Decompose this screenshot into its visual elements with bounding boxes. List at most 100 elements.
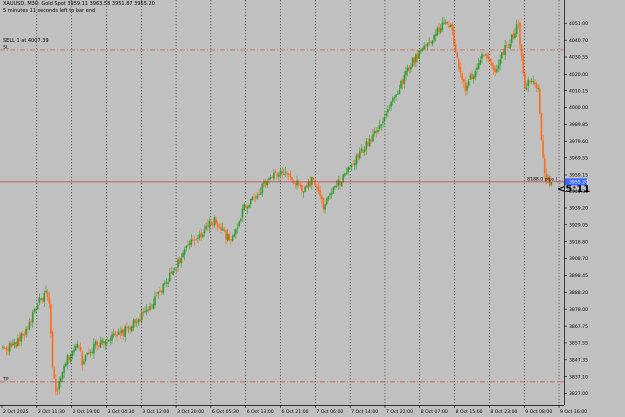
candle-body (26, 328, 29, 330)
bar-timer: 5 minutes 11 seconds left to bar end (3, 8, 96, 14)
candle-body (500, 52, 503, 59)
candle-body (124, 326, 127, 338)
candle-body (332, 187, 335, 194)
candle-body (192, 239, 194, 241)
candle-body (244, 204, 247, 208)
candle-body (289, 173, 292, 177)
candle-body (112, 333, 115, 336)
symbol-info: XAUUSD, M30: Gold Spot 3959.11 3963.58 3… (3, 1, 155, 7)
candle-body (111, 334, 113, 341)
candle-body (479, 60, 482, 65)
candle-body (190, 239, 193, 245)
candle-body (195, 239, 198, 241)
candle-body (249, 198, 252, 205)
candle-body (55, 379, 57, 392)
y-tick-label: 3959.15 (569, 173, 588, 179)
y-tick-label: 3908.70 (569, 256, 588, 262)
y-tick-label: 4030.55 (569, 55, 588, 61)
candle-body (155, 294, 158, 296)
candle-body (149, 306, 151, 310)
candle-body (12, 343, 14, 346)
candle-body (45, 291, 47, 292)
candle-body (66, 355, 69, 365)
candle-body (458, 59, 460, 69)
candle-body (314, 179, 316, 186)
candle-body (241, 208, 244, 218)
candle-body (382, 121, 384, 123)
candle-body (18, 336, 21, 342)
y-tick-label: 4020.00 (569, 72, 588, 78)
candle-body (13, 342, 16, 345)
sl-label: SL (3, 44, 9, 50)
candle-body (287, 173, 290, 175)
candle-body (126, 326, 128, 328)
candle-body (304, 186, 307, 193)
candle-body (408, 67, 411, 70)
candle-body (410, 66, 412, 70)
candle-body (502, 51, 505, 55)
candle-body (79, 346, 82, 352)
candle-body (142, 311, 145, 313)
candle-body (320, 195, 323, 199)
candle-body (330, 193, 333, 195)
levels: SL TP 8188.0 pips | ... <5:11 (0, 44, 590, 382)
current-price-label: 3955.20 (569, 180, 588, 186)
candle-body (215, 218, 217, 224)
candle-body (169, 272, 171, 282)
candle-body (25, 328, 27, 335)
candle-body (167, 282, 169, 284)
candle-body (51, 331, 54, 368)
candle-body (203, 229, 206, 234)
candle-body (122, 329, 125, 336)
candle-body (8, 343, 11, 352)
candle-body (451, 23, 454, 31)
candle-body (471, 73, 473, 80)
candle-body (532, 81, 534, 82)
x-tick-label: 6 Oct 13:00 (247, 409, 274, 415)
candle-body (463, 79, 465, 83)
candle-body (522, 55, 525, 74)
candle-body (175, 269, 178, 270)
candle-body (474, 71, 477, 78)
candle-body (301, 185, 303, 192)
candle-body (297, 182, 300, 185)
candle-body (185, 245, 188, 249)
candle-body (20, 333, 22, 342)
candle-body (525, 87, 528, 90)
candle-body (243, 204, 245, 211)
price-chart[interactable]: SL TP 8188.0 pips | ... <5:11 4051.00 404… (0, 0, 625, 417)
candle-body (278, 174, 280, 177)
candle-body (58, 381, 60, 390)
candle-body (286, 172, 288, 174)
candle-body (127, 327, 130, 329)
candle-body (78, 345, 80, 347)
y-axis-labels: 4051.00 4040.70 4030.55 4020.00 4010.15 4000.… (564, 21, 588, 397)
candle-body (385, 113, 387, 116)
y-tick-label: 3837.10 (569, 374, 588, 380)
candle-body (89, 352, 92, 354)
candle-body (418, 50, 421, 60)
x-tick-label: 8 Oct 07:00 (421, 409, 448, 415)
candle-body (180, 257, 183, 264)
candle-body (291, 177, 293, 181)
candle-body (177, 259, 179, 268)
x-tick-label: 2 Oct 11:30 (38, 409, 65, 415)
candle-body (439, 28, 442, 33)
candle-body (431, 40, 434, 45)
candle-body (433, 35, 435, 41)
candle-body (324, 204, 326, 210)
candle-body (5, 347, 8, 350)
candle-body (193, 239, 196, 241)
candle-body (35, 308, 37, 310)
candle-body (360, 148, 363, 151)
candle-body (131, 326, 133, 332)
candle-body (147, 308, 150, 311)
x-tick-label: 9 Oct 16:00 (560, 409, 587, 415)
candle-body (144, 311, 146, 312)
candle-body (413, 57, 416, 64)
candle-body (68, 356, 70, 360)
order-info: SELL 1 at 4007.39 (3, 38, 49, 44)
candle-body (497, 65, 500, 70)
candle-body (459, 66, 462, 73)
candle-body (509, 44, 511, 49)
